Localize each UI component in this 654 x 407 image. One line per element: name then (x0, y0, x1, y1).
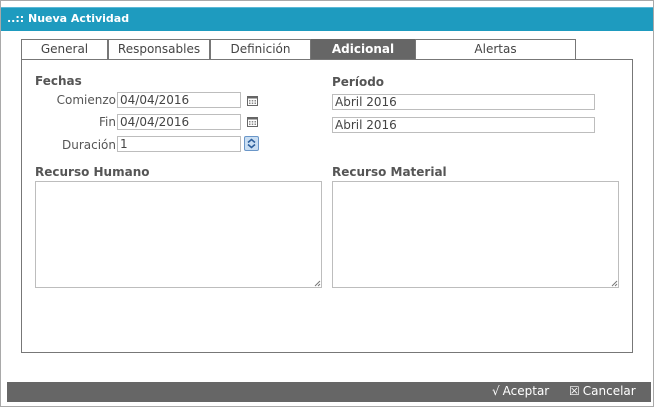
tab-adicional[interactable]: Adicional (311, 39, 415, 60)
recurso-humano-textarea[interactable] (35, 181, 322, 288)
tab-alertas[interactable]: Alertas (415, 39, 576, 60)
title-bar[interactable]: ..:: Nueva Actividad (1, 7, 653, 31)
close-box-icon: ☒ (569, 384, 580, 398)
recurso-humano-heading: Recurso Humano (35, 165, 150, 179)
periodo-start-input[interactable] (332, 94, 595, 110)
comienzo-label: Comienzo (56, 93, 116, 107)
periodo-heading: Período (332, 75, 385, 89)
calendar-icon[interactable] (247, 116, 258, 127)
resize-grip-icon[interactable] (313, 279, 321, 287)
tab-general[interactable]: General (21, 39, 108, 60)
duracion-input[interactable] (117, 136, 241, 152)
check-icon: √ (492, 384, 500, 398)
fin-date-input[interactable] (117, 114, 241, 130)
tab-responsables[interactable]: Responsables (108, 39, 210, 60)
tab-definicion[interactable]: Definición (210, 39, 311, 60)
accept-label: Aceptar (502, 384, 550, 398)
stepper-arrows-icon (247, 138, 256, 149)
calendar-icon[interactable] (247, 95, 258, 106)
accept-button[interactable]: √ Aceptar (492, 384, 549, 398)
comienzo-date-input[interactable] (117, 92, 241, 108)
duracion-stepper[interactable] (244, 136, 259, 151)
recurso-material-heading: Recurso Material (332, 165, 447, 179)
tab-panel-adicional: Fechas Comienzo Fin Duración Período (21, 59, 633, 353)
duracion-label: Duración (61, 138, 116, 152)
resize-grip-icon[interactable] (610, 279, 618, 287)
dialog-title: ..:: Nueva Actividad (7, 12, 130, 25)
fechas-heading: Fechas (35, 74, 82, 88)
periodo-end-input[interactable] (332, 117, 595, 133)
recurso-material-textarea[interactable] (332, 181, 619, 288)
fin-label: Fin (99, 115, 116, 129)
dialog-footer: √ Aceptar ☒ Cancelar (7, 382, 651, 402)
cancel-button[interactable]: ☒ Cancelar (569, 384, 636, 398)
dialog-window: ..:: Nueva Actividad General Responsable… (0, 0, 654, 407)
cancel-label: Cancelar (582, 384, 636, 398)
